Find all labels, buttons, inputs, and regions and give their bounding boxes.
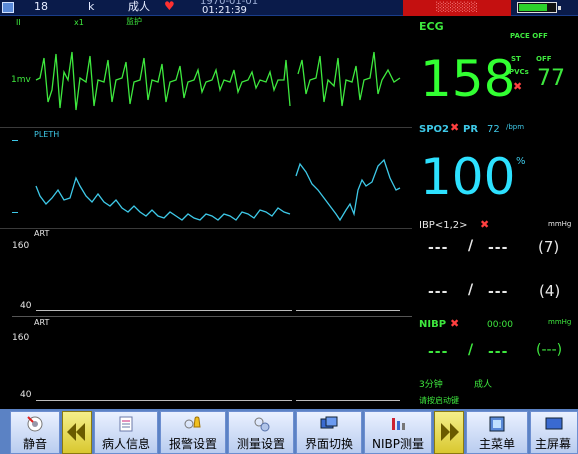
unit-label: k <box>88 0 95 13</box>
art1-label[interactable]: ART <box>34 229 49 239</box>
main-screen-button[interactable]: 主屏幕 <box>530 411 578 454</box>
screen-switch-button[interactable]: 界面切换 <box>296 411 362 454</box>
art2-baseline <box>296 400 400 401</box>
monitor-icon <box>2 2 14 13</box>
ecg-mode-label[interactable]: 监护 <box>126 17 142 27</box>
alarm-off-icon: ✖ <box>450 121 460 134</box>
main-menu-button[interactable]: 主菜单 <box>466 411 528 454</box>
nibp-unit: mmHg <box>548 318 572 326</box>
ibp-title[interactable]: IBP<1,2> <box>419 220 468 231</box>
patient-info-button[interactable]: 病人信息 <box>94 411 158 454</box>
alarm-text: ░░░░░░ <box>436 3 478 13</box>
ibp1-mean[interactable]: (7) <box>538 238 559 256</box>
screen-switch-label: 界面切换 <box>304 437 353 451</box>
ibp2-systolic[interactable]: --- <box>428 284 448 300</box>
alarm-settings-label: 报警设置 <box>168 437 217 451</box>
nibp-timer: 00:00 <box>487 320 513 330</box>
wave-divider <box>0 228 412 229</box>
pleth-scale-marker <box>12 140 18 141</box>
nibp-patient-type: 成人 <box>474 380 493 390</box>
mute-label: 静音 <box>22 437 47 451</box>
ibp1-separator: / <box>468 238 475 254</box>
heart-rate-value[interactable]: 158 <box>420 54 515 104</box>
time-display: 01:21:39 <box>202 5 247 16</box>
nibp-separator: / <box>468 342 475 358</box>
pvcs-label: PVCs <box>509 68 529 76</box>
art1-baseline <box>296 310 400 311</box>
nibp-systolic[interactable]: --- <box>428 344 448 360</box>
battery-icon <box>517 2 561 13</box>
ecg-title[interactable]: ECG <box>419 20 444 33</box>
mute-icon <box>27 416 43 432</box>
st-label: ST <box>511 55 521 63</box>
ecg-lead-label[interactable]: II <box>16 18 21 28</box>
wave-divider <box>0 127 412 128</box>
art2-high-scale: 160 <box>12 333 30 343</box>
pr-label: PR <box>463 124 479 135</box>
ibp2-separator: / <box>468 282 475 298</box>
patient-info-icon <box>119 416 133 432</box>
alarm-message-box[interactable]: ░░░░░░ <box>403 0 511 16</box>
nibp-interval: 3分钟 <box>419 380 443 390</box>
ecg-waveform <box>35 51 401 111</box>
art2-low-scale: 40 <box>20 390 32 400</box>
alarm-bell-icon <box>184 416 201 429</box>
nibp-title[interactable]: NIBP <box>419 319 446 330</box>
ibp2-mean[interactable]: (4) <box>539 282 560 300</box>
mute-button[interactable]: 静音 <box>10 411 60 454</box>
ibp1-diastolic[interactable]: --- <box>488 240 508 256</box>
measure-settings-icon <box>254 417 270 432</box>
art1-low-scale: 40 <box>20 301 32 311</box>
pr-value[interactable]: 72 <box>487 124 500 135</box>
pace-status: PACE OFF <box>510 32 548 40</box>
nibp-mean[interactable]: (---) <box>536 342 562 358</box>
alarm-settings-button[interactable]: 报警设置 <box>160 411 226 454</box>
next-page-button[interactable] <box>434 411 464 454</box>
nibp-measure-button[interactable]: NIBP测量 <box>364 411 432 454</box>
pvcs-value[interactable]: 77 <box>537 66 565 91</box>
art1-high-scale: 160 <box>12 241 30 251</box>
main-screen-label: 主屏幕 <box>535 437 572 451</box>
ecg-gain-label[interactable]: x1 <box>74 18 84 28</box>
pleth-waveform <box>35 158 401 222</box>
bed-number: 18 <box>34 0 48 13</box>
patient-type: 成人 <box>128 0 150 13</box>
wave-divider <box>12 316 412 317</box>
heart-icon: ♥ <box>164 0 175 13</box>
art2-baseline <box>36 400 292 401</box>
ibp-unit: mmHg <box>548 220 572 228</box>
status-bar: 18 k 成人 ♥ 1970-01-01 01:21:39 ░░░░░░ <box>0 0 578 16</box>
alarm-off-icon: ✖ <box>480 218 490 231</box>
alarm-off-icon: ✖ <box>450 317 460 330</box>
pr-unit: /bpm <box>506 123 525 131</box>
double-left-arrow-icon <box>67 423 85 441</box>
patient-info-label: 病人信息 <box>101 437 150 451</box>
art2-label[interactable]: ART <box>34 318 49 328</box>
ibp2-diastolic[interactable]: --- <box>488 284 508 300</box>
main-menu-label: 主菜单 <box>478 437 515 451</box>
spo2-value[interactable]: 100 <box>420 152 515 202</box>
art1-baseline <box>36 310 292 311</box>
main-screen-icon <box>545 417 563 430</box>
main-menu-icon <box>489 416 505 432</box>
nibp-hint: 请按启动键 <box>419 396 459 405</box>
screen-switch-icon <box>320 416 338 429</box>
measure-settings-label: 测量设置 <box>236 437 285 451</box>
nibp-measure-label: NIBP测量 <box>372 437 424 451</box>
ibp1-systolic[interactable]: --- <box>428 240 448 256</box>
spo2-title[interactable]: SPO2 <box>419 124 449 135</box>
pleth-label[interactable]: PLETH <box>34 130 59 140</box>
spo2-unit: % <box>516 156 526 167</box>
nibp-measure-icon <box>392 418 405 430</box>
nibp-diastolic[interactable]: --- <box>488 344 508 360</box>
prev-page-button[interactable] <box>62 411 92 454</box>
alarm-off-icon: ✖ <box>513 80 523 93</box>
measure-settings-button[interactable]: 测量设置 <box>228 411 294 454</box>
st-value: OFF <box>536 55 552 63</box>
double-right-arrow-icon <box>441 423 459 441</box>
